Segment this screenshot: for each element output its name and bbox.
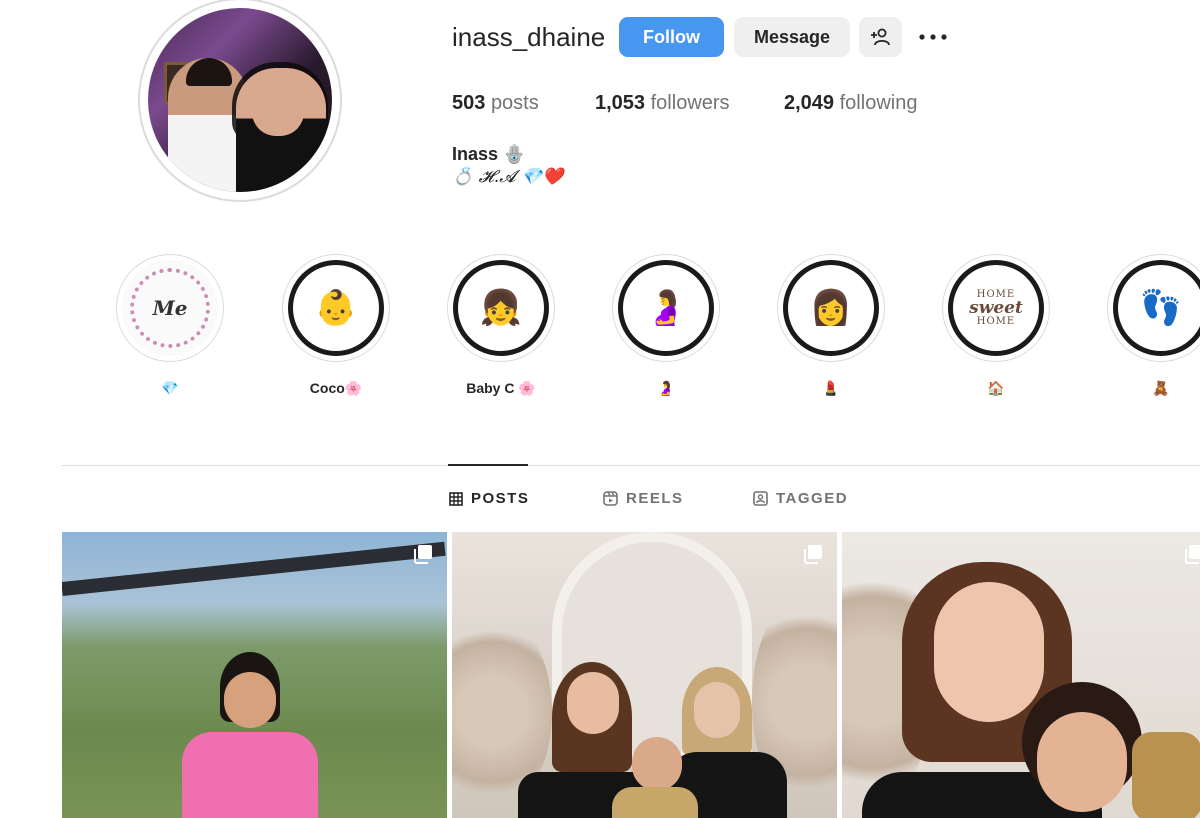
child-face [224,672,276,728]
followers-count-label: followers [650,92,730,114]
profile-avatar-ring[interactable] [138,0,342,202]
highlight-item[interactable]: HOME sweet HOME 🏠 [941,254,1051,398]
multiple-posts-icon [804,545,822,564]
message-button[interactable]: Message [734,17,850,57]
suggest-users-button[interactable] [859,17,902,57]
woman-face [567,672,619,734]
reels-icon [603,491,618,506]
highlight-ring: Me [116,254,224,362]
cover-text-bottom: HOME [976,315,1016,327]
posts-count-label: posts [490,92,539,114]
post-thumbnail[interactable] [842,532,1200,818]
highlight-ring: 👶 [282,254,390,362]
highlight-cover: 👩 [783,260,879,356]
highlight-item[interactable]: 👧 Baby C 🌸 [446,254,556,398]
tab-tagged[interactable]: TAGGED [753,490,848,507]
following-count-label: following [839,92,918,114]
child-face [1037,712,1127,812]
baby-icon: 👶 [314,289,358,327]
followers-count-value: 1,053 [595,92,646,114]
highlight-label: Baby C 🌸 [466,380,536,396]
highlight-label: Coco🌸 [309,380,363,396]
avatar-person-woman-face [252,80,304,136]
highlight-ring: 🤰 [612,254,720,362]
child-pink-shirt [182,732,318,818]
add-user-icon [870,28,890,46]
highlight-ring: HOME sweet HOME [942,254,1050,362]
highlight-label: 💎 [161,380,179,396]
highlight-item[interactable]: Me 💎 [115,254,225,398]
toddler-gold-dress [612,787,698,818]
followers-link[interactable]: 1,053 followers [595,92,730,115]
highlight-ring: 👣 [1107,254,1200,362]
highlight-label: 🧸 [1152,380,1170,396]
highlight-item[interactable]: 🤰 🤰 [611,254,721,398]
tab-posts-label: POSTS [471,490,530,507]
tagged-icon [753,491,768,506]
highlight-cover: Me [122,260,218,356]
tab-posts[interactable]: POSTS [449,490,529,507]
tab-reels[interactable]: REELS [603,490,684,507]
highlight-ring: 👩 [777,254,885,362]
following-link[interactable]: 2,049 following [784,92,917,115]
post-thumbnail[interactable] [452,532,837,818]
posts-count: 503 posts [452,92,539,115]
profile-avatar[interactable] [148,8,332,192]
toddler-face [632,737,682,791]
highlight-item[interactable]: 👩 💄 [776,254,886,398]
bio-text: 💍 𝓗.𝓐 💎❤️ [452,167,564,187]
pregnant-woman-icon: 🤰 [644,289,688,327]
tab-reels-label: REELS [626,490,684,507]
more-options-button[interactable] [918,24,948,50]
woman-icon: 👩 [809,289,853,327]
girl-icon: 👧 [479,289,523,327]
posts-count-value: 503 [452,92,486,114]
post-thumbnail[interactable] [62,532,447,818]
highlight-item[interactable]: 👣 🧸 [1106,254,1200,398]
floral-wreath-decoration [130,268,210,348]
woman-face-2 [694,682,740,738]
multiple-posts-icon [1185,545,1200,564]
tab-tagged-label: TAGGED [776,490,849,507]
tabs-divider [62,465,1200,466]
highlight-cover: 👧 [453,260,549,356]
highlight-cover: HOME sweet HOME [948,260,1044,356]
bio-full-name: Inass 🪬 [452,144,526,164]
profile-username: inass_dhaine [452,22,606,52]
more-icon [919,34,947,40]
following-count-value: 2,049 [784,92,835,114]
highlight-label: 🤰 [657,380,675,396]
highlight-ring: 👧 [447,254,555,362]
highlight-label: 💄 [822,380,840,396]
grid-icon [449,491,463,506]
highlight-cover: 🤰 [618,260,714,356]
highlight-cover: 👶 [288,260,384,356]
woman-face [934,582,1044,722]
highlight-cover: 👣 [1113,260,1200,356]
active-tab-indicator [448,464,528,466]
cover-text-mid: sweet [969,297,1023,318]
child-gold-dress [1132,732,1200,818]
multiple-posts-icon [414,545,432,564]
highlight-item[interactable]: 👶 Coco🌸 [281,254,391,398]
highlight-label: 🏠 [987,380,1005,396]
home-sweet-home-graphic: HOME sweet HOME [969,289,1023,327]
balcony-railing [62,541,446,596]
follow-button[interactable]: Follow [619,17,724,57]
footprints-icon: 👣 [1139,289,1183,327]
